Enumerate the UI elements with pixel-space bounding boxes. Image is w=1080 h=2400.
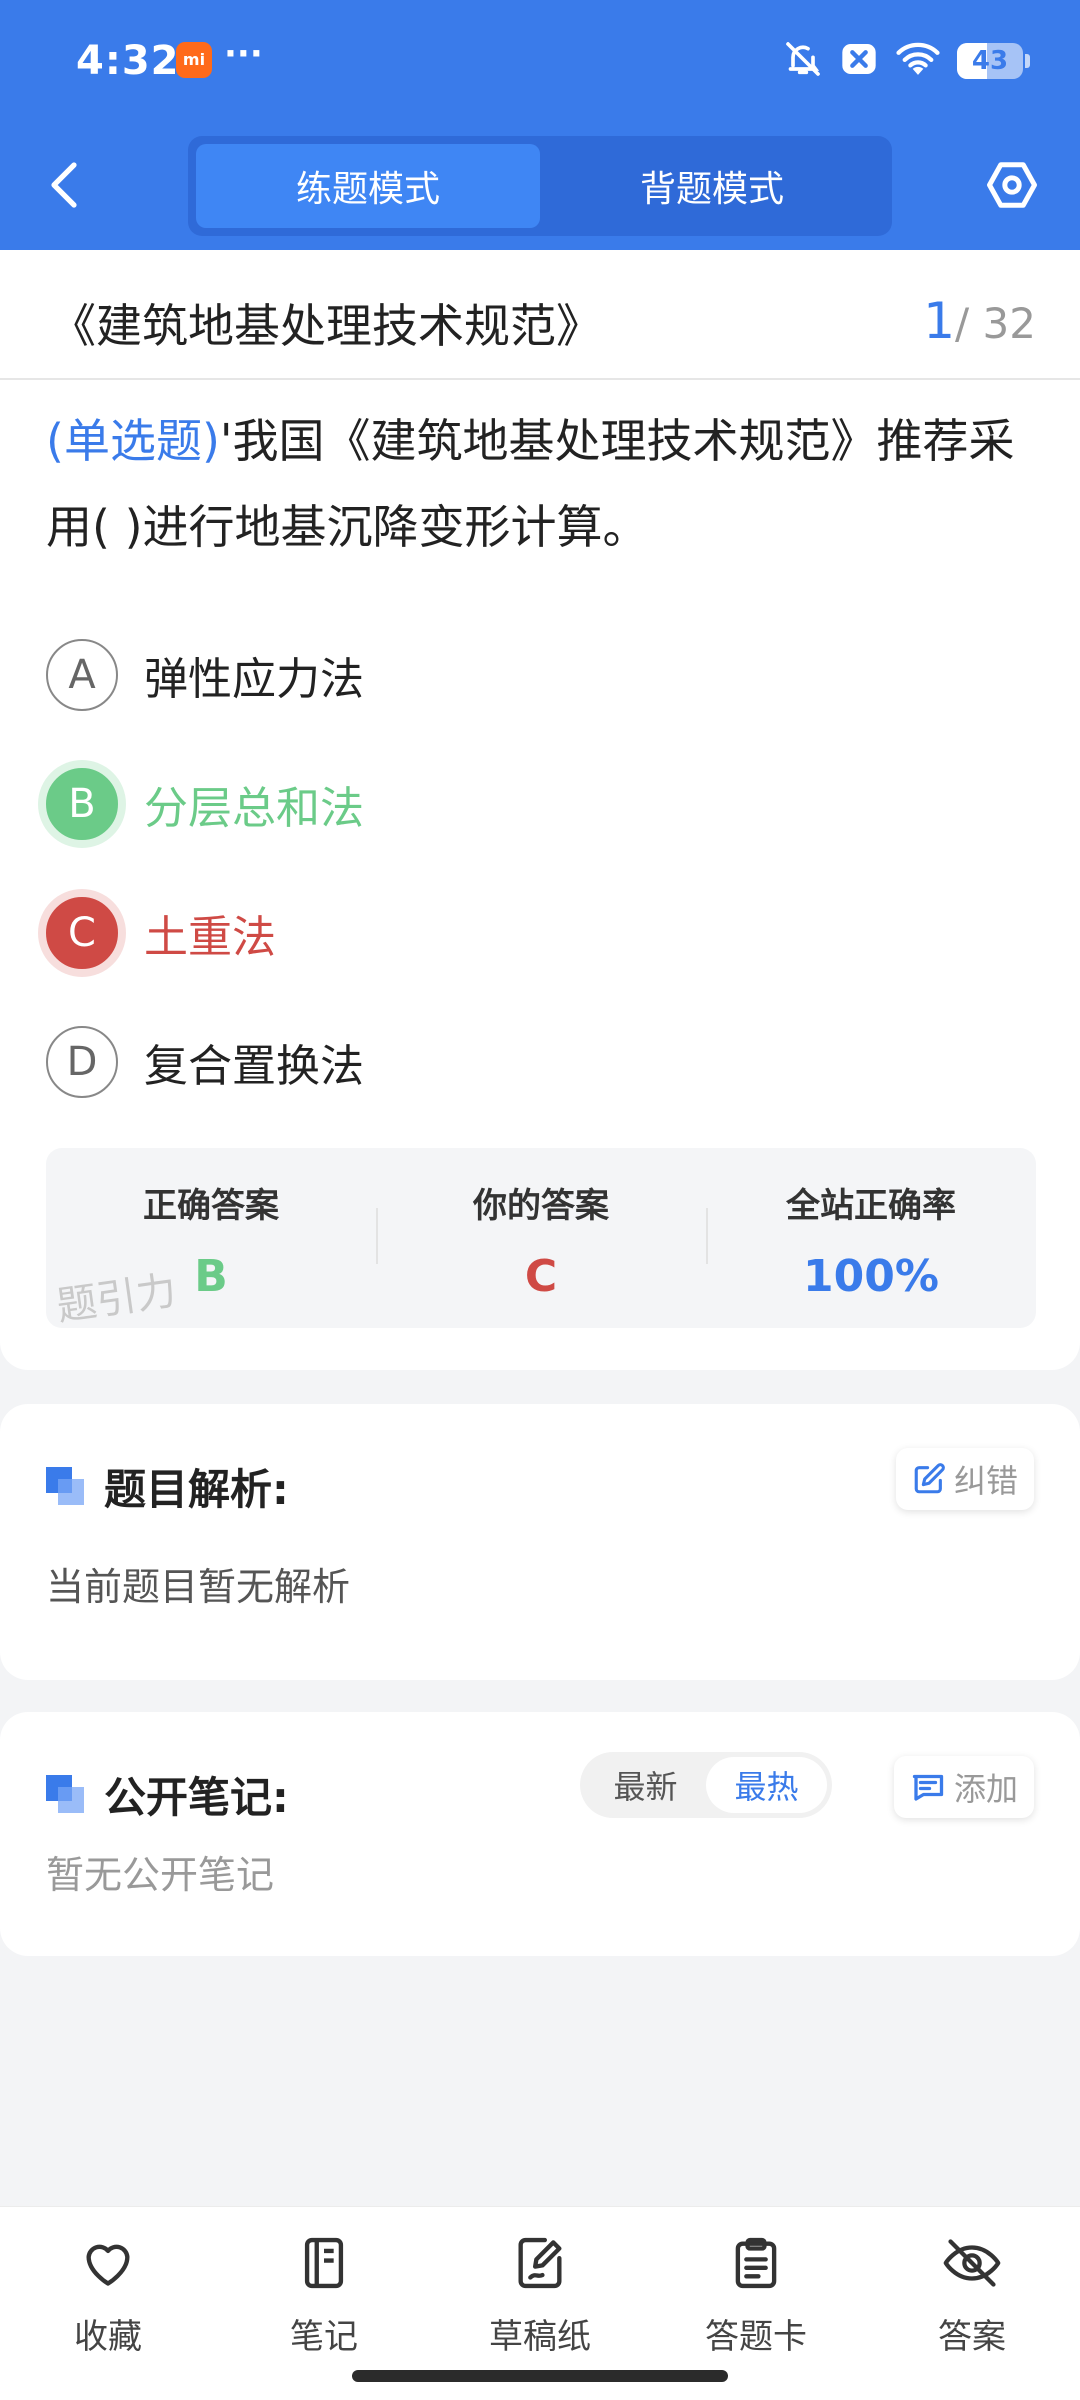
- answer-sheet-icon: [724, 2231, 788, 2295]
- analysis-card: 题目解析: 纠错 当前题目暂无解析: [0, 1404, 1080, 1680]
- top-header: 4:32 mi ··· 43 练题模式 背题模式: [0, 0, 1080, 250]
- correct-answer-col: 正确答案 B 题引力: [46, 1148, 376, 1330]
- status-icons: 43: [783, 38, 1030, 84]
- correct-answer-label: 正确答案: [143, 1186, 279, 1226]
- tab-practice-mode[interactable]: 练题模式: [196, 144, 540, 228]
- settings-button[interactable]: [980, 150, 1044, 220]
- question-total: / 32: [955, 299, 1036, 348]
- mi-store-icon: mi: [176, 42, 212, 78]
- book-title: 《建筑地基处理技术规范》: [50, 299, 602, 353]
- battery-indicator: 43: [957, 43, 1023, 79]
- nav-favorite-label: 收藏: [74, 2317, 142, 2357]
- option-letter: B: [46, 767, 118, 840]
- option-b[interactable]: B 分层总和法: [46, 739, 1036, 868]
- add-note-label: 添加: [953, 1770, 1018, 1808]
- wifi-icon: [895, 39, 941, 83]
- option-letter: C: [46, 896, 118, 969]
- nav-draft-paper-label: 草稿纸: [489, 2317, 591, 2357]
- hexagon-settings-icon: [987, 162, 1037, 208]
- close-box-icon: [839, 39, 879, 83]
- add-note-button[interactable]: 添加: [893, 1756, 1034, 1818]
- section-mark-icon: [46, 1774, 86, 1815]
- option-text: 复合置换法: [144, 1040, 364, 1092]
- option-a[interactable]: A 弹性应力法: [46, 610, 1036, 739]
- option-text: 弹性应力法: [144, 653, 364, 705]
- nav-answer-toggle[interactable]: 答案: [864, 2207, 1080, 2400]
- bell-muted-icon: [783, 39, 823, 83]
- sort-newest[interactable]: 最新: [585, 1757, 706, 1813]
- site-accuracy-value: 100%: [803, 1251, 939, 1302]
- draft-paper-icon: [508, 2231, 572, 2295]
- nav-notes-label: 笔记: [290, 2317, 358, 2357]
- eye-off-icon: [940, 2231, 1004, 2295]
- notes-body: 暂无公开笔记: [46, 1853, 275, 1897]
- site-accuracy-col: 全站正确率 100%: [706, 1148, 1036, 1328]
- nav-favorite[interactable]: 收藏: [0, 2207, 216, 2400]
- notes-title-text: 公开笔记:: [104, 1773, 289, 1822]
- mode-switch: 练题模式 背题模式: [188, 136, 892, 236]
- option-d[interactable]: D 复合置换法: [46, 997, 1036, 1126]
- home-indicator[interactable]: [352, 2370, 728, 2382]
- sort-hottest[interactable]: 最热: [706, 1757, 827, 1813]
- option-text: 分层总和法: [144, 782, 364, 834]
- public-notes-card: 公开笔记: 最新 最热 添加 暂无公开笔记: [0, 1712, 1080, 1956]
- battery-tip: [1025, 54, 1030, 68]
- your-answer-value: C: [524, 1251, 558, 1302]
- report-error-label: 纠错: [953, 1462, 1018, 1500]
- status-more-dots: ···: [224, 34, 263, 74]
- nav-answer-sheet-label: 答题卡: [705, 2317, 807, 2357]
- option-letter: A: [46, 638, 118, 711]
- your-answer-label: 你的答案: [473, 1186, 609, 1226]
- question-type: (单选题): [46, 414, 220, 468]
- analysis-body: 当前题目暂无解析: [46, 1565, 351, 1609]
- notes-title: 公开笔记:: [46, 1764, 289, 1825]
- option-c[interactable]: C 土重法: [46, 868, 1036, 997]
- analysis-title-text: 题目解析:: [104, 1465, 289, 1514]
- tab-memorize-mode[interactable]: 背题模式: [540, 144, 884, 228]
- option-letter: D: [46, 1025, 118, 1098]
- question-current: 1: [923, 292, 956, 350]
- question-card: 《建筑地基处理技术规范》 1/ 32 (单选题)'我国《建筑地基处理技术规范》推…: [0, 250, 1080, 1370]
- comment-add-icon: [912, 1774, 944, 1801]
- question-counter: 1/ 32: [923, 292, 1036, 350]
- section-mark-icon: [46, 1466, 86, 1507]
- edit-icon: [914, 1463, 945, 1494]
- site-accuracy-label: 全站正确率: [786, 1186, 956, 1226]
- option-list: A 弹性应力法 B 分层总和法 C 土重法 D 复合置换法: [46, 610, 1036, 1126]
- question-text: (单选题)'我国《建筑地基处理技术规范》推荐采用( )进行地基沉降变形计算。: [46, 398, 1046, 570]
- analysis-title: 题目解析:: [46, 1456, 289, 1517]
- notes-sort-toggle: 最新 最热: [580, 1752, 832, 1818]
- status-time: 4:32: [76, 38, 180, 84]
- answer-summary: 正确答案 B 题引力 你的答案 C 全站正确率 100%: [46, 1148, 1036, 1330]
- chevron-left-icon: [51, 162, 77, 208]
- divider: [0, 378, 1080, 380]
- nav-answer-label: 答案: [938, 2317, 1006, 2357]
- notebook-icon: [292, 2231, 356, 2295]
- your-answer-col: 你的答案 C: [376, 1148, 706, 1328]
- report-error-button[interactable]: 纠错: [895, 1448, 1034, 1510]
- back-button[interactable]: [40, 150, 88, 220]
- option-text: 土重法: [144, 911, 276, 963]
- heart-icon: [76, 2231, 140, 2295]
- battery-level: 43: [971, 46, 1009, 76]
